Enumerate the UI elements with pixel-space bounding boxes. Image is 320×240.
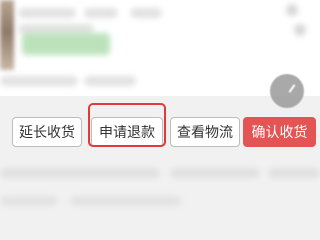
product-thumbnail [0,0,14,70]
confirm-receipt-button[interactable]: 确认收货 [243,117,316,147]
apply-refund-button[interactable]: 申请退款 [91,117,163,147]
extend-receipt-button[interactable]: 延长收货 [12,117,82,147]
blurred-text [84,8,118,18]
blurred-text [0,76,78,86]
order-screen: 延长收货 申请退款 查看物流 确认收货 [0,0,320,240]
blurred-text [268,168,320,178]
view-logistics-button[interactable]: 查看物流 [170,117,240,147]
blurred-text [70,196,182,206]
blurred-text [0,196,58,206]
blurred-text [130,8,162,18]
order-actions: 延长收货 申请退款 查看物流 确认收货 [0,112,320,152]
blurred-icon [286,4,298,16]
floating-gray-circle-icon[interactable] [270,74,304,108]
blurred-text [18,8,76,18]
blurred-text [84,76,136,86]
blurred-text [0,168,160,178]
blurred-tag [22,33,110,55]
blurred-icon [294,24,306,36]
blurred-text [170,168,260,178]
